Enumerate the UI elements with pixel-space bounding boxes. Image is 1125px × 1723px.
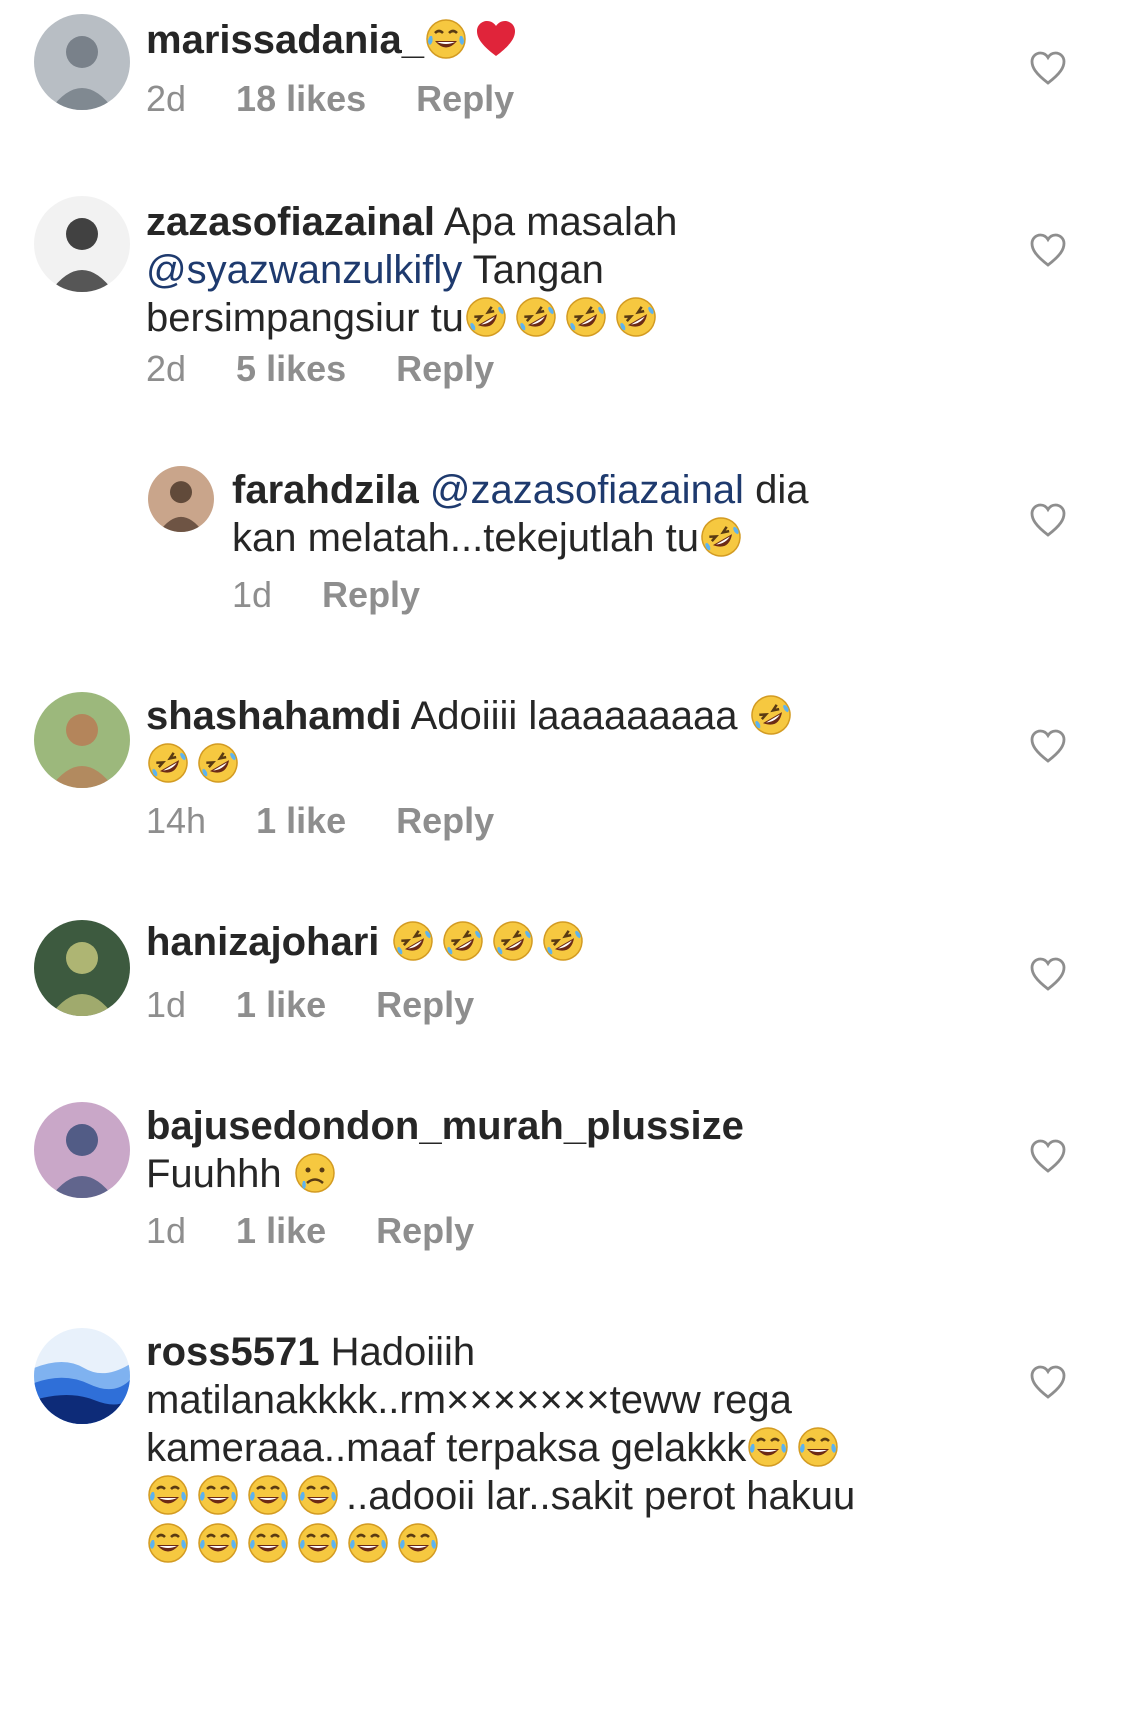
comment-username[interactable]: ross5571 (146, 1330, 319, 1374)
comment-body-text: Fuuhhh (146, 1152, 293, 1196)
rolling-laughing-emoji-icon (392, 921, 433, 961)
like-heart-icon[interactable] (1028, 1136, 1068, 1176)
comment-timestamp: 1d (146, 1210, 187, 1251)
rolling-laughing-emoji-icon (148, 743, 188, 783)
comment-username[interactable]: hanizajohari (146, 920, 379, 964)
rolling-laughing-emoji-icon (442, 921, 483, 961)
comment-text: marissadania_ (146, 16, 906, 64)
comment-username[interactable]: farahdzila (232, 468, 419, 512)
mention-link[interactable]: @zazasofiazainal (430, 468, 744, 512)
tears-of-joy-emoji-icon (198, 1475, 238, 1515)
comment-body-text: Apa masalah (435, 200, 678, 244)
comment-username[interactable]: bajusedondon_murah_plussize (146, 1104, 744, 1148)
reply-button[interactable]: Reply (376, 1210, 474, 1252)
comment-body-text: ..adooii lar..sakit perot hakuu (346, 1474, 856, 1518)
avatar[interactable] (34, 14, 130, 110)
reply-button[interactable]: Reply (376, 984, 474, 1026)
rolling-laughing-emoji-icon (616, 297, 656, 337)
sad-face-emoji-icon (295, 1153, 335, 1193)
likes-count[interactable]: 1 like (256, 800, 346, 842)
tears-of-joy-emoji-icon (198, 1523, 238, 1563)
avatar[interactable] (34, 196, 130, 292)
comment-timestamp: 1d (232, 574, 273, 615)
avatar[interactable] (34, 920, 130, 1016)
tears-of-joy-emoji-icon (748, 1427, 789, 1467)
tears-of-joy-emoji-icon (298, 1523, 338, 1563)
avatar[interactable] (34, 1328, 130, 1424)
comment-username[interactable]: shashahamdi (146, 694, 402, 738)
comment-timestamp: 2d (146, 348, 187, 389)
avatar[interactable] (34, 692, 130, 788)
comment-meta: 1d 1 like Reply (146, 1210, 524, 1252)
comment-username[interactable]: marissadania_ (146, 18, 424, 62)
tears-of-joy-emoji-icon (148, 1523, 188, 1563)
comment-meta: 2d 5 likes Reply (146, 348, 544, 390)
reply-button[interactable]: Reply (396, 348, 494, 390)
rolling-laughing-emoji-icon (750, 695, 791, 735)
tears-of-joy-emoji-icon (398, 1523, 438, 1563)
like-heart-icon[interactable] (1028, 500, 1068, 540)
rolling-laughing-emoji-icon (701, 517, 741, 557)
likes-count[interactable]: 5 likes (236, 348, 346, 390)
reply-button[interactable]: Reply (416, 78, 514, 120)
comment-timestamp: 2d (146, 78, 187, 119)
rolling-laughing-emoji-icon (566, 297, 606, 337)
comment-timestamp: 1d (146, 984, 187, 1025)
likes-count[interactable]: 1 like (236, 1210, 326, 1252)
like-heart-icon[interactable] (1028, 230, 1068, 270)
comment-text: ross5571 Hadoiiih matilanakkkk..rm××××××… (146, 1328, 876, 1568)
likes-count[interactable]: 1 like (236, 984, 326, 1026)
like-heart-icon[interactable] (1028, 954, 1068, 994)
like-heart-icon[interactable] (1028, 1362, 1068, 1402)
rolling-laughing-emoji-icon (198, 743, 238, 783)
like-heart-icon[interactable] (1028, 726, 1068, 766)
comment-body-text (419, 468, 430, 512)
rolling-laughing-emoji-icon (542, 921, 583, 961)
reply-button[interactable]: Reply (396, 800, 494, 842)
tears-of-joy-emoji-icon (426, 19, 466, 59)
comment-timestamp: 14h (146, 800, 207, 841)
tears-of-joy-emoji-icon (798, 1427, 839, 1467)
comment-username[interactable]: zazasofiazainal (146, 200, 435, 244)
rolling-laughing-emoji-icon (492, 921, 533, 961)
avatar[interactable] (148, 466, 214, 532)
comment-text: shashahamdi Adoiiii laaaaaaaaa (146, 692, 846, 788)
tears-of-joy-emoji-icon (348, 1523, 388, 1563)
comment-body-text (379, 920, 390, 964)
comment-text: hanizajohari (146, 918, 846, 966)
comment-body-text: Adoiiii laaaaaaaaa (401, 694, 749, 738)
heart-emoji-icon (476, 21, 515, 56)
mention-link[interactable]: @syazwanzulkifly (146, 248, 462, 292)
comment-meta: 14h 1 like Reply (146, 800, 544, 842)
avatar[interactable] (34, 1102, 130, 1198)
likes-count[interactable]: 18 likes (236, 78, 366, 120)
rolling-laughing-emoji-icon (516, 297, 556, 337)
comment-meta: 1d Reply (232, 574, 470, 616)
like-heart-icon[interactable] (1028, 48, 1068, 88)
tears-of-joy-emoji-icon (248, 1523, 288, 1563)
comment-text: bajusedondon_murah_plussize Fuuhhh (146, 1102, 866, 1198)
comment-meta: 2d 18 likes Reply (146, 78, 564, 120)
rolling-laughing-emoji-icon (466, 297, 506, 337)
reply-button[interactable]: Reply (322, 574, 420, 616)
tears-of-joy-emoji-icon (298, 1475, 338, 1515)
comment-text: zazasofiazainal Apa masalah @syazwanzulk… (146, 198, 706, 342)
tears-of-joy-emoji-icon (248, 1475, 288, 1515)
tears-of-joy-emoji-icon (148, 1475, 188, 1515)
comment-meta: 1d 1 like Reply (146, 984, 524, 1026)
comment-text: farahdzila @zazasofiazainal dia kan mela… (232, 466, 882, 562)
